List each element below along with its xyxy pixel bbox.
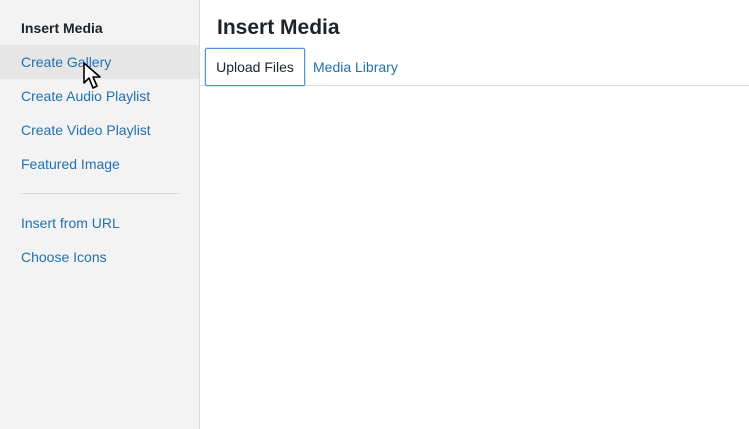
media-router-tabs: Upload Files Media Library: [200, 48, 749, 86]
sidebar-item-create-gallery[interactable]: Create Gallery: [0, 45, 199, 79]
sidebar-active-title: Insert Media: [21, 20, 103, 36]
sidebar-item-create-audio-playlist[interactable]: Create Audio Playlist: [0, 79, 199, 113]
media-content-area: [200, 86, 749, 429]
media-sidebar: Insert Media Create Gallery Create Audio…: [0, 0, 200, 429]
tab-media-library[interactable]: Media Library: [313, 48, 398, 86]
media-main-panel: Insert Media Upload Files Media Library: [200, 0, 749, 429]
page-title: Insert Media: [217, 16, 340, 39]
insert-media-modal: Insert Media Create Gallery Create Audio…: [0, 0, 749, 429]
sidebar-item-insert-from-url[interactable]: Insert from URL: [0, 206, 199, 240]
sidebar-item-choose-icons[interactable]: Choose Icons: [0, 240, 199, 274]
sidebar-separator: [21, 193, 180, 194]
sidebar-item-featured-image[interactable]: Featured Image: [0, 147, 199, 181]
tab-upload-files[interactable]: Upload Files: [205, 48, 305, 86]
sidebar-item-create-video-playlist[interactable]: Create Video Playlist: [0, 113, 199, 147]
